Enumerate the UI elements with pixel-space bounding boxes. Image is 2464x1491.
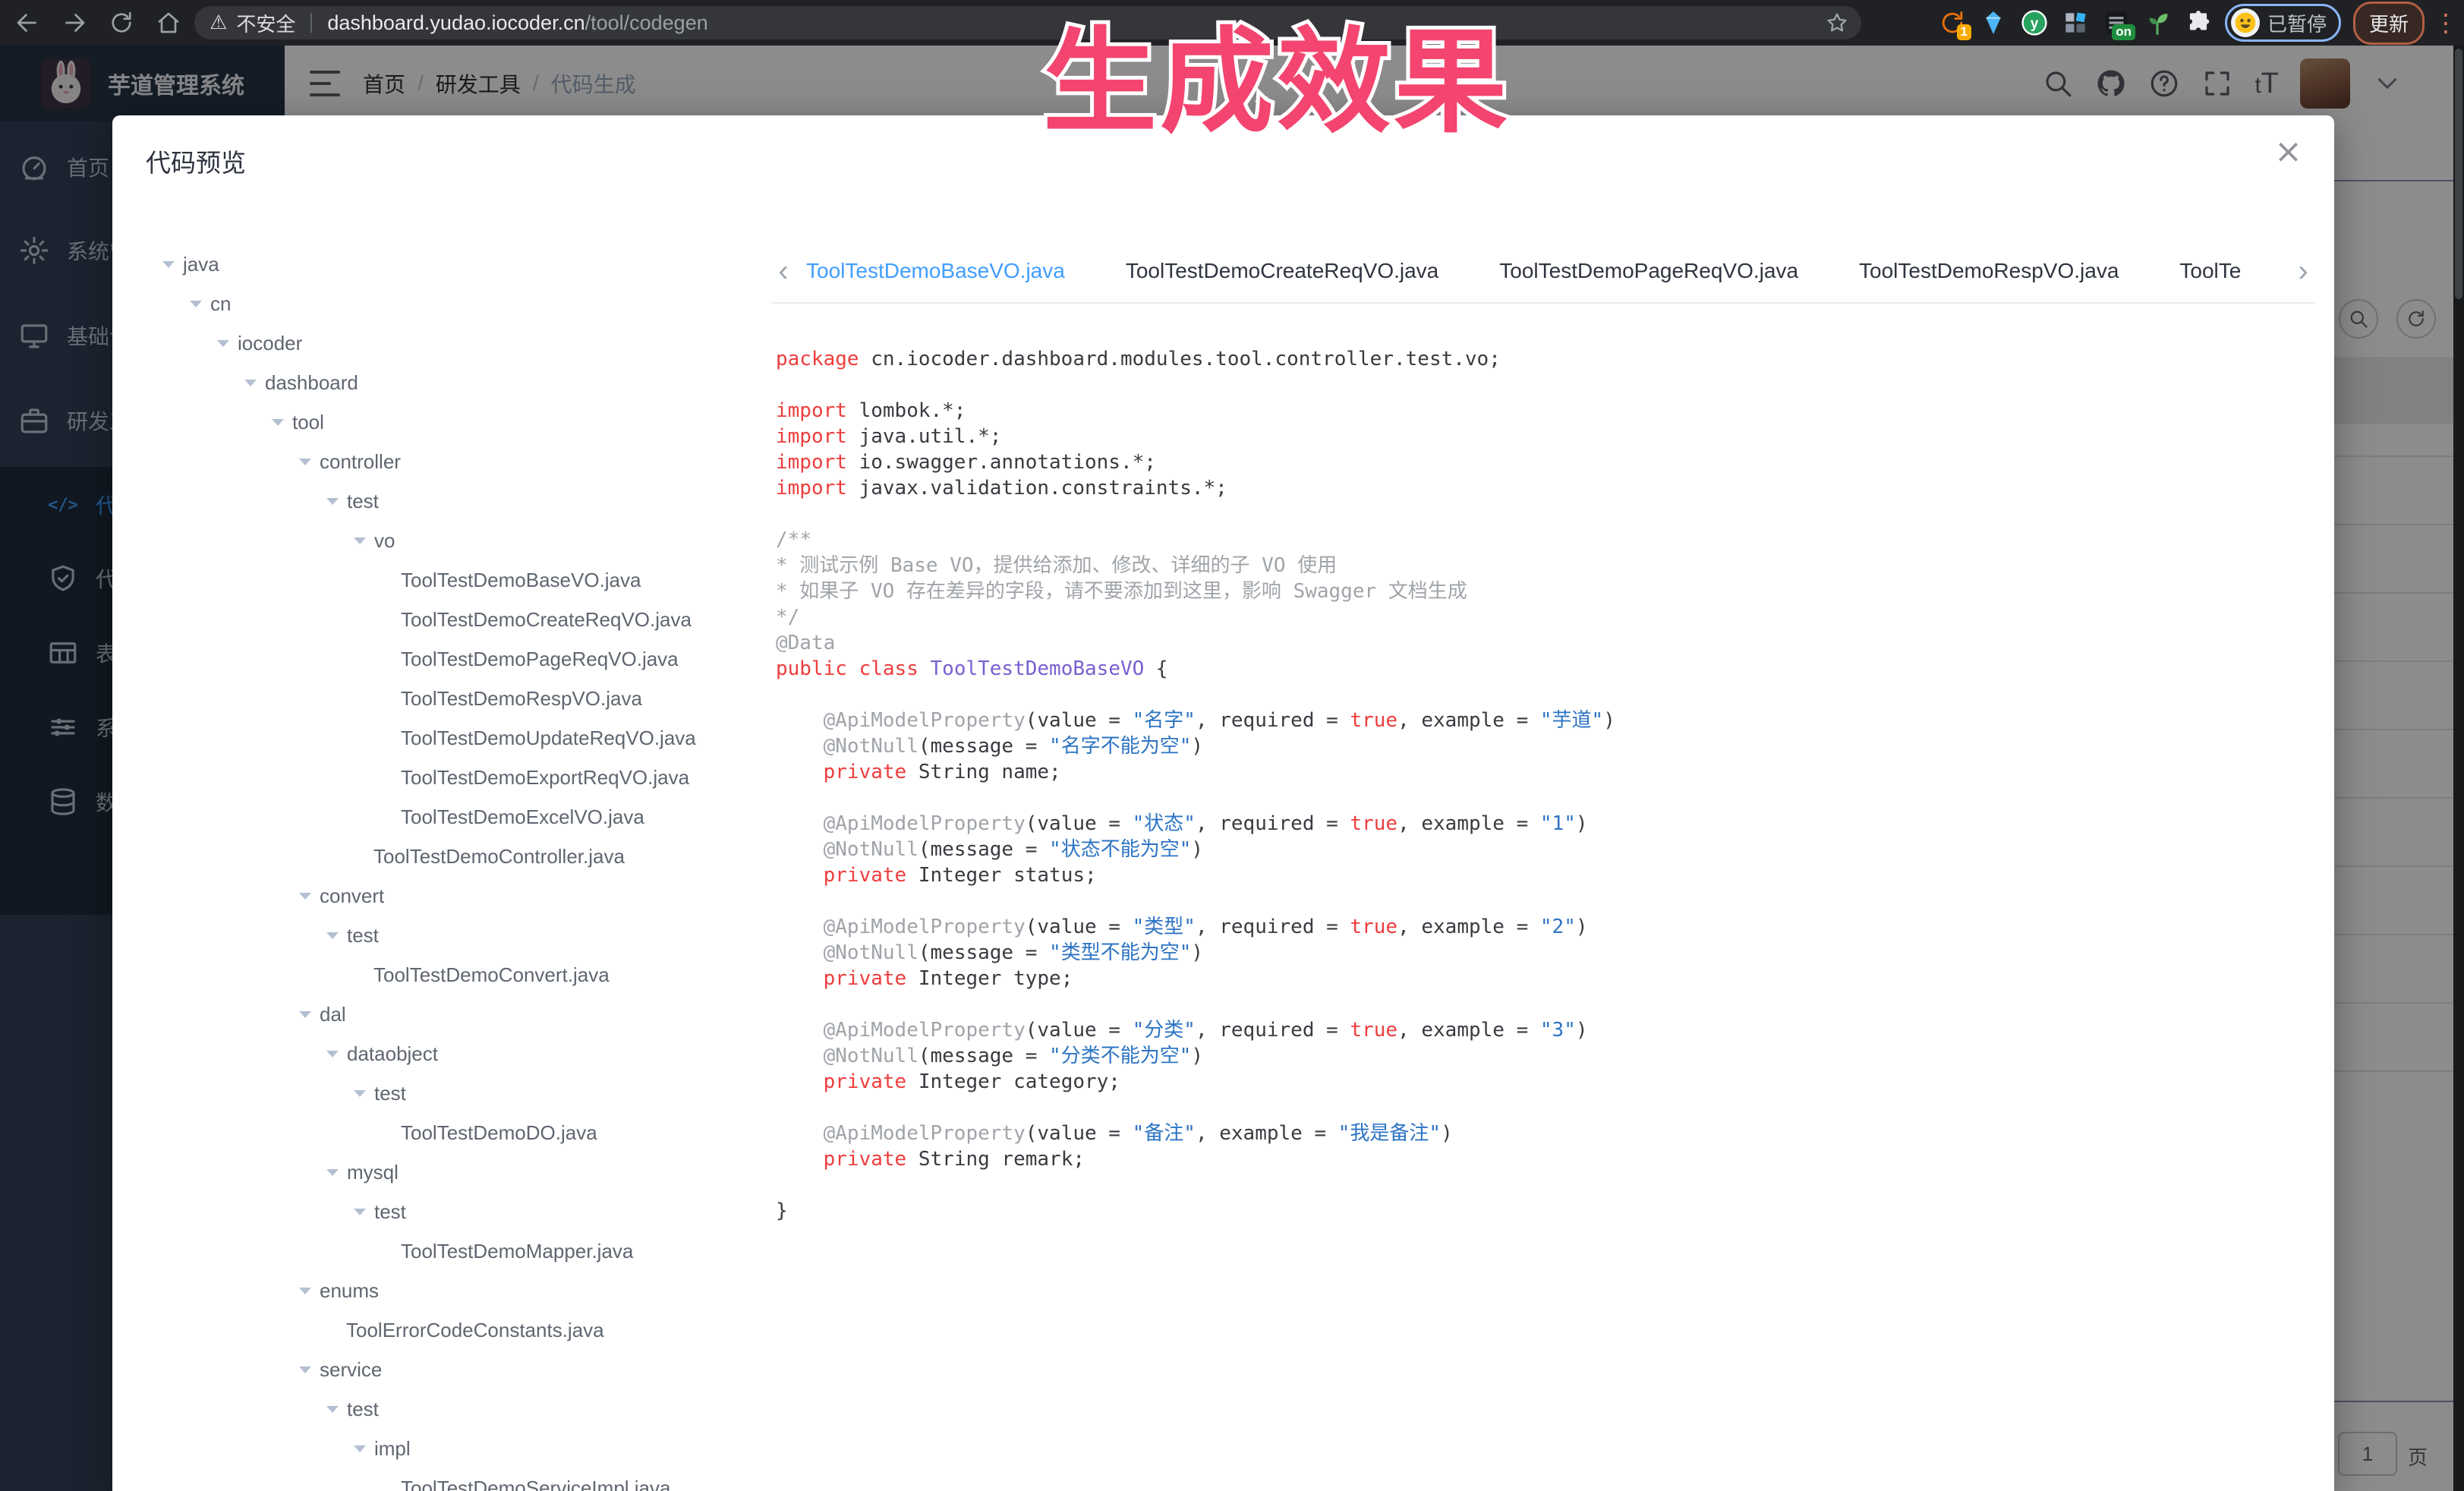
home-icon[interactable] [155,9,182,36]
extension-badge: 1 [1957,24,1971,40]
browser-menu-icon[interactable]: ⋮ [2434,11,2458,35]
tree-folder[interactable]: controller [112,442,401,481]
tree-file[interactable]: ToolTestDemoCreateReqVO.java [112,600,692,639]
tree-file[interactable]: ToolTestDemoExportReqVO.java [112,758,689,797]
tab-ToolTe[interactable]: ToolTe [2149,241,2271,302]
url-path: /tool/codegen [585,11,708,35]
emoji-avatar [2231,8,2260,37]
caret-down-icon[interactable] [217,340,229,347]
caret-down-icon[interactable] [326,498,339,505]
tab-ToolTestDemoPageReqVO.java[interactable]: ToolTestDemoPageReqVO.java [1469,241,1829,302]
paused-label: 已暂停 [2267,9,2327,37]
url-bar[interactable]: ⚠ 不安全 dashboard.yudao.iocoder.cn /tool/c… [194,6,1861,39]
tree-folder[interactable]: test [112,1389,379,1429]
tree-file[interactable]: ToolTestDemoMapper.java [112,1231,633,1271]
tree-folder[interactable]: convert [112,876,384,916]
dark-list-extension-icon[interactable]: on [2102,8,2131,37]
tab-ToolTestDemoBaseVO.java[interactable]: ToolTestDemoBaseVO.java [802,241,1095,302]
code-content: package cn.iocoder.dashboard.modules.too… [776,346,1615,1224]
security-warning-icon: ⚠ [210,11,227,34]
tree-folder[interactable]: impl [112,1429,411,1468]
caret-down-icon[interactable] [299,893,311,900]
tree-folder[interactable]: enums [112,1271,379,1310]
extension-badge: on [2112,24,2135,40]
green-y-extension-icon[interactable]: y [2020,8,2049,37]
caret-down-icon[interactable] [326,1406,339,1413]
tree-file[interactable]: ToolErrorCodeConstants.java [112,1310,604,1350]
code-preview-dialog: 代码预览 × javacniocoderdashboardtoolcontrol… [112,115,2334,1491]
caret-down-icon[interactable] [326,1051,339,1058]
reload-icon[interactable] [108,9,135,36]
caret-down-icon[interactable] [354,1445,366,1452]
forward-icon[interactable] [61,9,88,36]
orange-sync-extension-icon[interactable]: 1 [1938,8,1967,37]
tree-folder[interactable]: test [112,481,379,521]
caret-down-icon[interactable] [162,261,175,268]
puzzle-extensions-icon[interactable] [2184,8,2213,37]
caret-down-icon[interactable] [299,459,311,465]
tree-file[interactable]: ToolTestDemoPageReqVO.java [112,639,679,679]
tree-folder[interactable]: test [112,1192,406,1231]
tree-file[interactable]: ToolTestDemoUpdateReqVO.java [112,718,696,758]
caret-down-icon[interactable] [299,1366,311,1373]
tree-folder[interactable]: vo [112,521,395,560]
divider [310,13,312,33]
caret-down-icon[interactable] [299,1288,311,1294]
caret-down-icon[interactable] [354,1209,366,1215]
tree-folder[interactable]: dashboard [112,363,358,402]
tree-folder[interactable]: java [112,244,219,284]
svg-text:y: y [2031,16,2039,32]
back-icon[interactable] [14,9,41,36]
tree-folder[interactable]: test [112,916,379,955]
tabs-scroll-right-icon[interactable]: › [2289,241,2317,301]
caret-down-icon[interactable] [326,932,339,939]
profile-paused-chip[interactable]: 已暂停 [2225,4,2341,42]
caret-down-icon[interactable] [244,380,257,386]
security-label: 不安全 [236,9,295,37]
tabs-scroll-left-icon[interactable]: ‹ [770,241,797,301]
close-icon[interactable]: × [2274,135,2302,169]
tree-folder[interactable]: cn [112,284,231,323]
tree-folder[interactable]: tool [112,402,324,442]
green-sprout-extension-icon[interactable] [2143,8,2172,37]
tree-file[interactable]: ToolTestDemoDO.java [112,1113,597,1152]
tree-file[interactable]: ToolTestDemoServiceImpl.java [112,1468,670,1491]
file-tree: javacniocoderdashboardtoolcontrollertest… [112,115,765,1491]
update-button[interactable]: 更新 [2353,2,2425,45]
caret-down-icon[interactable] [272,419,284,426]
blue-grid-extension-icon[interactable] [2061,8,2090,37]
tree-file[interactable]: ToolTestDemoExcelVO.java [112,797,644,837]
browser-scrollbar[interactable] [2453,46,2464,1491]
file-tabs: ‹ ToolTestDemoBaseVO.javaToolTestDemoCre… [771,241,2315,304]
tree-folder[interactable]: service [112,1350,382,1389]
scrollbar-thumb[interactable] [2455,49,2462,299]
bookmark-star-icon[interactable] [1825,11,1849,35]
tree-folder[interactable]: dal [112,995,346,1034]
caret-down-icon[interactable] [354,1090,366,1097]
tree-file[interactable]: ToolTestDemoBaseVO.java [112,560,641,600]
tree-folder[interactable]: dataobject [112,1034,438,1073]
caret-down-icon[interactable] [299,1011,311,1018]
tab-ToolTestDemoCreateReqVO.java[interactable]: ToolTestDemoCreateReqVO.java [1095,241,1469,302]
tree-file[interactable]: ToolTestDemoConvert.java [112,955,610,995]
tab-ToolTestDemoRespVO.java[interactable]: ToolTestDemoRespVO.java [1829,241,2149,302]
tree-folder[interactable]: mysql [112,1152,399,1192]
browser-toolbar: ⚠ 不安全 dashboard.yudao.iocoder.cn /tool/c… [0,0,2464,46]
tree-folder[interactable]: iocoder [112,323,302,363]
extensions-row: 1 y on 已暂停 更新 ⋮ [1938,0,2458,46]
caret-down-icon[interactable] [354,537,366,544]
caret-down-icon[interactable] [190,301,202,307]
tree-file[interactable]: ToolTestDemoRespVO.java [112,679,642,718]
caret-down-icon[interactable] [326,1169,339,1176]
url-host: dashboard.yudao.iocoder.cn [327,11,584,35]
tree-folder[interactable]: test [112,1073,406,1113]
blue-gem-extension-icon[interactable] [1979,8,2008,37]
tree-file[interactable]: ToolTestDemoController.java [112,837,625,876]
